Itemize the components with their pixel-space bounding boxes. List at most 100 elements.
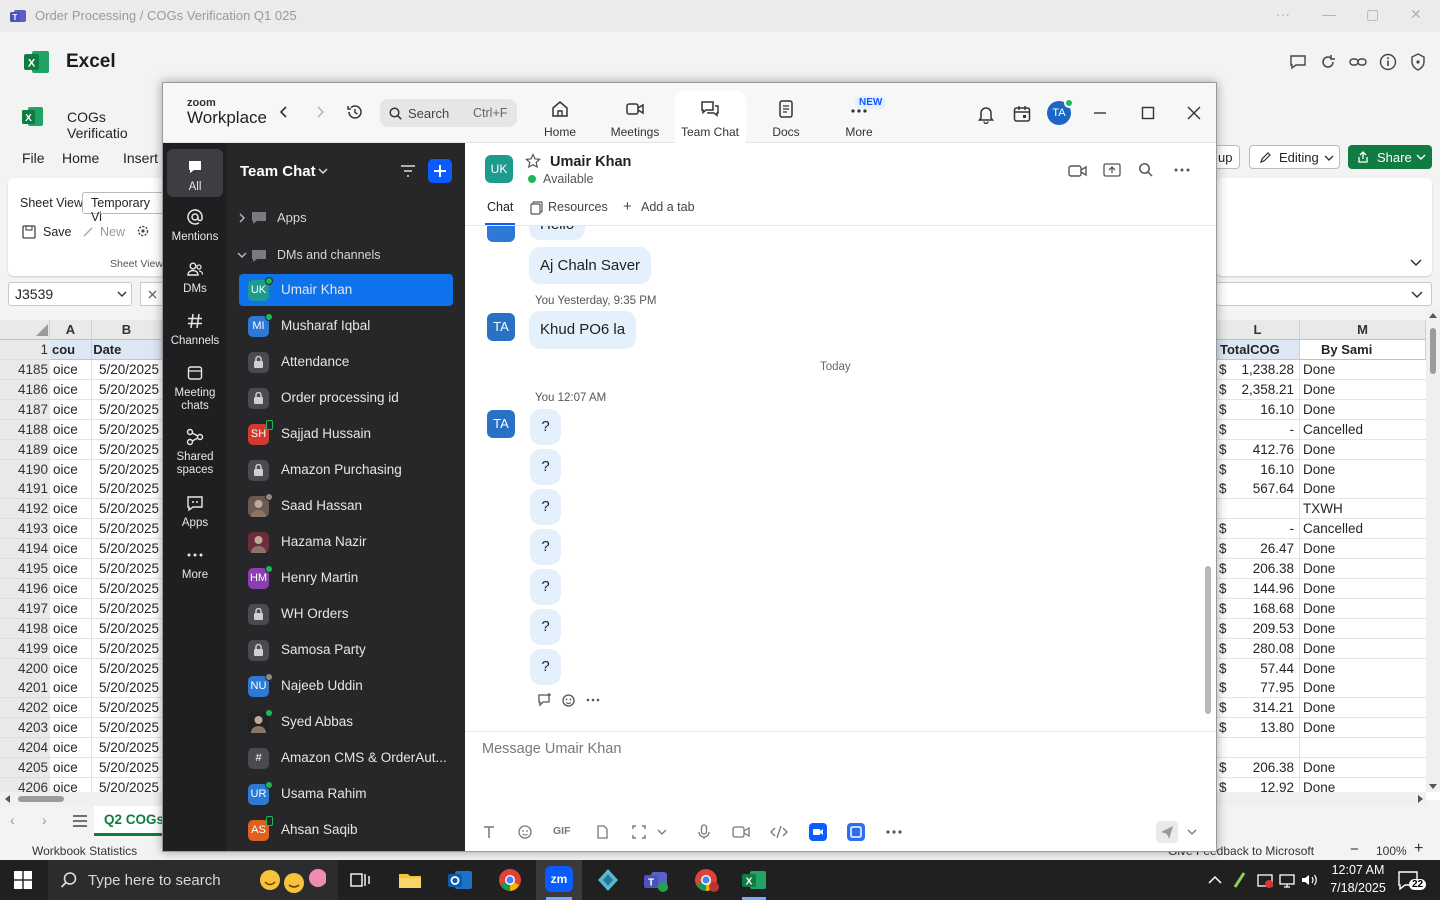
cell-date[interactable]: 5/20/2025 (92, 678, 162, 699)
notification-center-icon[interactable]: 22 (1397, 870, 1427, 892)
rail-more[interactable]: More (167, 545, 223, 582)
cell-by-sami[interactable]: Done (1300, 598, 1426, 619)
resources-tab[interactable]: Resources (548, 200, 608, 214)
show-hidden-icons-chevron-icon[interactable] (1208, 874, 1222, 886)
column-header-a[interactable]: A (50, 320, 92, 340)
cell-date[interactable]: 5/20/2025 (92, 399, 162, 420)
message-bubble[interactable]: ? (530, 529, 561, 565)
all-sheets-icon[interactable] (72, 814, 88, 828)
cell-date[interactable]: 5/20/2025 (92, 439, 162, 460)
row-number[interactable]: 4197 (0, 598, 50, 619)
row-number[interactable]: 4191 (0, 479, 50, 500)
cell-total-cog[interactable]: 57.44 (1228, 658, 1300, 679)
horizontal-scrollbar[interactable] (0, 792, 162, 806)
chat-list-item[interactable]: NU Najeeb Uddin (239, 670, 453, 702)
chat-tab[interactable]: Chat (487, 200, 513, 214)
chat-list-item[interactable]: Syed Abbas (239, 706, 453, 738)
chat-list-item[interactable]: WH Orders (239, 598, 453, 630)
cell-by-sami[interactable]: Done (1300, 758, 1426, 778)
refresh-icon[interactable] (1318, 52, 1338, 72)
row-number[interactable]: 4190 (0, 459, 50, 480)
message-bubble[interactable]: Khud PO6 la (529, 311, 637, 349)
attach-file-icon[interactable] (594, 824, 610, 840)
message-bubble[interactable]: ? (530, 569, 561, 605)
message-bubble[interactable]: Hello (529, 226, 586, 240)
scrollbar-thumb[interactable] (1430, 328, 1436, 374)
search-box[interactable]: Search Ctrl+F (380, 99, 517, 127)
rail-dms[interactable]: DMs (167, 259, 223, 296)
cell-a[interactable]: oice (50, 638, 92, 659)
cell-a[interactable]: oice (50, 419, 92, 440)
cell-currency[interactable]: $ (1216, 758, 1228, 778)
tab-meetings[interactable]: Meetings (600, 99, 670, 139)
cell-a[interactable]: oice (50, 539, 92, 560)
cell-currency[interactable]: $ (1216, 638, 1228, 659)
cell-total-cog[interactable]: 77.95 (1228, 678, 1300, 699)
cell-a[interactable]: oice (50, 499, 92, 520)
row-number[interactable]: 4203 (0, 718, 50, 739)
video-message-icon[interactable] (732, 824, 750, 840)
cell-date[interactable]: 5/20/2025 (92, 479, 162, 500)
cell-currency[interactable]: $ (1216, 399, 1228, 420)
history-icon[interactable] (346, 103, 364, 121)
workbook-title[interactable]: COGs Verificatio (67, 109, 162, 141)
tab-home[interactable]: Home (525, 99, 595, 139)
cell-currency[interactable]: $ (1216, 479, 1228, 500)
next-sheet-icon[interactable]: › (42, 812, 47, 828)
cell-by-sami[interactable]: Done (1300, 678, 1426, 699)
cell-currency[interactable]: $ (1216, 578, 1228, 599)
formula-bar[interactable] (1216, 282, 1432, 306)
chat-list-item[interactable]: Hazama Nazir (239, 526, 453, 558)
tab-docs[interactable]: Docs (751, 99, 821, 139)
chat-list-item[interactable]: AS Ahsan Saqib (239, 814, 453, 846)
cell-date[interactable]: 5/20/2025 (92, 598, 162, 619)
message-bubble[interactable]: ? (530, 609, 561, 645)
cell-currency[interactable]: $ (1216, 459, 1228, 480)
cell-a[interactable]: oice (50, 479, 92, 500)
cell-by-sami[interactable]: Cancelled (1300, 419, 1426, 440)
cell-date[interactable]: 5/20/2025 (92, 519, 162, 540)
tray-security-icon[interactable] (1256, 871, 1274, 889)
cell-a[interactable]: oice (50, 698, 92, 719)
cell-by-sami[interactable]: Done (1300, 459, 1426, 480)
chat-list-item[interactable]: Attendance (239, 346, 453, 378)
taskbar-time[interactable]: 12:07 AM (1330, 863, 1386, 877)
header-cell-b[interactable]: Date (92, 340, 191, 361)
chat-list-item[interactable]: UR Usama Rahim (239, 778, 453, 810)
link-icon[interactable] (1348, 52, 1368, 72)
cell-date[interactable]: 5/20/2025 (92, 578, 162, 599)
close-button[interactable]: ✕ (1410, 6, 1422, 23)
message-input[interactable]: Message Umair Khan (482, 741, 621, 757)
cell-date[interactable]: 5/20/2025 (92, 618, 162, 639)
tray-app-icon[interactable] (1232, 871, 1248, 889)
chat-list-item[interactable]: UK Umair Khan (239, 274, 453, 306)
cell-a[interactable]: oice (50, 598, 92, 619)
cell-total-cog[interactable]: 1,238.28 (1228, 360, 1300, 380)
contact-name[interactable]: Umair Khan (550, 154, 631, 170)
filter-icon[interactable] (399, 163, 417, 179)
cell-a[interactable]: oice (50, 718, 92, 739)
chat-list-item[interactable]: Order processing id (239, 382, 453, 414)
cell-by-sami[interactable]: Done (1300, 638, 1426, 659)
new-button[interactable]: New (100, 225, 125, 239)
cell-total-cog[interactable]: - (1228, 419, 1300, 440)
row-number[interactable]: 4188 (0, 419, 50, 440)
zoom-app-icon[interactable] (809, 823, 827, 841)
cell-by-sami[interactable]: Cancelled (1300, 519, 1426, 540)
row-number[interactable]: 4201 (0, 678, 50, 699)
cell-total-cog[interactable] (1228, 738, 1300, 759)
row-number[interactable]: 4200 (0, 658, 50, 679)
menu-home[interactable]: Home (62, 150, 99, 166)
cell-currency[interactable]: $ (1216, 718, 1228, 739)
code-snippet-icon[interactable] (770, 824, 788, 840)
header-cell-l[interactable]: TotalCOG (1216, 340, 1365, 361)
contact-avatar[interactable]: UK (485, 155, 513, 183)
save-button[interactable]: Save (43, 225, 72, 239)
zoom-taskbar-active[interactable]: zm (536, 860, 582, 900)
task-view-icon[interactable] (346, 866, 374, 894)
add-tab-button[interactable]: Add a tab (641, 200, 695, 214)
comments-icon[interactable] (1288, 52, 1308, 72)
cell-date[interactable]: 5/20/2025 (92, 499, 162, 520)
message-bubble[interactable]: Aj Chaln Saver (529, 247, 652, 284)
cell-total-cog[interactable]: 2,358.21 (1228, 379, 1300, 400)
